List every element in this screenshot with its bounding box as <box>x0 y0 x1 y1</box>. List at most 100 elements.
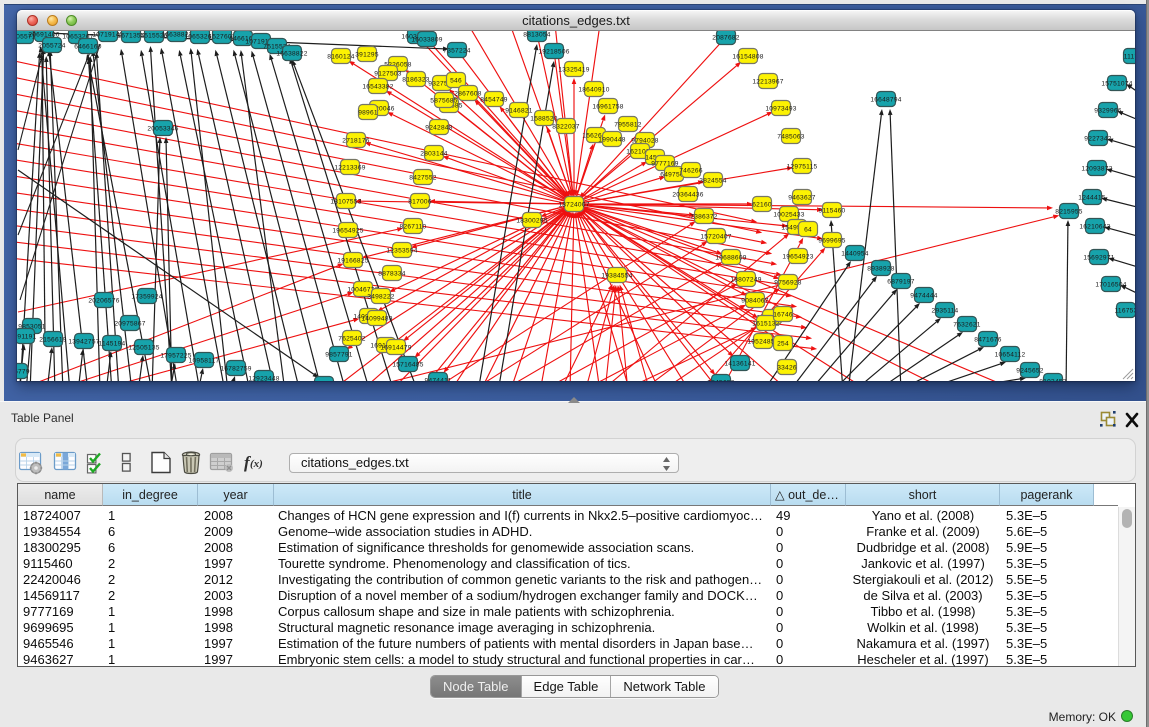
svg-text:11171: 11171 <box>1124 53 1135 60</box>
svg-text:16154808: 16154808 <box>732 53 763 60</box>
svg-text:10973493: 10973493 <box>765 105 796 112</box>
svg-text:20053346: 20053346 <box>147 125 178 132</box>
svg-text:16648794: 16648794 <box>870 96 901 103</box>
svg-text:13325419: 13325419 <box>558 66 589 73</box>
svg-text:116753: 116753 <box>1114 307 1135 314</box>
svg-text:10958117: 10958117 <box>189 357 220 364</box>
svg-text:9115460: 9115460 <box>819 207 846 214</box>
svg-text:7386372: 7386372 <box>690 213 718 220</box>
svg-text:19166825: 19166825 <box>337 257 368 264</box>
svg-text:16746: 16746 <box>773 311 793 318</box>
svg-text:7955812: 7955812 <box>614 121 642 128</box>
svg-text:8322037: 8322037 <box>552 123 580 130</box>
svg-text:7632621: 7632621 <box>953 321 981 328</box>
svg-text:19654923: 19654923 <box>782 253 813 260</box>
svg-text:9146821: 9146821 <box>505 107 533 114</box>
svg-text:9857791: 9857791 <box>325 351 353 358</box>
svg-text:18640910: 18640910 <box>578 86 609 93</box>
svg-text:8267110: 8267110 <box>400 223 427 230</box>
svg-text:20975867: 20975867 <box>114 320 145 327</box>
svg-text:18107553: 18107553 <box>330 198 361 205</box>
svg-text:19384554: 19384554 <box>601 272 632 279</box>
svg-text:2803144: 2803144 <box>420 150 448 157</box>
svg-text:1440954: 1440954 <box>841 250 869 257</box>
svg-text:15751074: 15751074 <box>1101 80 1132 87</box>
svg-text:8454749: 8454749 <box>480 96 508 103</box>
svg-text:15716485: 15716485 <box>392 361 423 368</box>
svg-text:12505135: 12505135 <box>128 344 159 351</box>
svg-text:2156619: 2156619 <box>39 336 67 343</box>
svg-text:391191: 391191 <box>17 333 37 340</box>
svg-text:64: 64 <box>804 226 812 233</box>
svg-text:3824554: 3824554 <box>699 177 727 184</box>
svg-text:7357224: 7357224 <box>443 47 471 54</box>
svg-text:18300295: 18300295 <box>516 217 547 224</box>
svg-text:8471676: 8471676 <box>974 336 1002 343</box>
svg-text:16961758: 16961758 <box>592 103 623 110</box>
svg-text:6879197: 6879197 <box>887 278 915 285</box>
svg-text:1244415: 1244415 <box>1078 194 1106 201</box>
svg-text:9242848: 9242848 <box>425 124 453 131</box>
svg-text:8160124: 8160124 <box>327 53 355 60</box>
svg-text:9245652: 9245652 <box>1016 367 1044 374</box>
svg-text:3498222: 3498222 <box>367 293 395 300</box>
svg-text:9699695: 9699695 <box>818 237 846 244</box>
svg-text:9756928: 9756928 <box>774 279 802 286</box>
svg-text:14099489: 14099489 <box>361 315 392 322</box>
svg-text:746266: 746266 <box>679 167 703 174</box>
svg-text:12093872: 12093872 <box>1081 165 1112 172</box>
svg-text:817006: 817006 <box>408 198 432 205</box>
svg-text:15720407: 15720407 <box>700 233 731 240</box>
svg-text:8813054: 8813054 <box>523 31 551 38</box>
svg-text:7485063: 7485063 <box>777 133 805 140</box>
svg-text:12923448: 12923448 <box>248 375 279 381</box>
svg-text:20364436: 20364436 <box>672 191 703 198</box>
svg-text:8215955: 8215955 <box>1055 208 1083 215</box>
svg-text:98961: 98961 <box>358 109 378 116</box>
svg-text:5875685: 5875685 <box>430 97 458 104</box>
svg-text:16210643: 16210643 <box>1079 223 1110 230</box>
svg-text:16782759: 16782759 <box>220 365 251 372</box>
svg-text:10688609: 10688609 <box>715 254 746 261</box>
svg-text:1990448: 1990448 <box>598 136 626 143</box>
svg-text:1588520: 1588520 <box>530 115 558 122</box>
svg-text:16638822: 16638822 <box>276 50 307 57</box>
svg-text:16914479: 16914479 <box>380 344 411 351</box>
svg-text:8193453: 8193453 <box>1039 378 1067 381</box>
svg-text:17359924: 17359924 <box>131 293 162 300</box>
svg-text:254: 254 <box>777 340 789 347</box>
svg-text:2055724: 2055724 <box>38 42 66 49</box>
svg-text:391295: 391295 <box>355 51 379 58</box>
svg-text:8938928: 8938928 <box>867 265 895 272</box>
svg-text:(x): (x) <box>250 458 263 470</box>
svg-text:2718176: 2718176 <box>342 137 370 144</box>
svg-text:19654925: 19654925 <box>332 227 363 234</box>
svg-text:18724007: 18724007 <box>558 201 589 208</box>
svg-text:7625402: 7625402 <box>338 335 366 342</box>
svg-text:9329966: 9329966 <box>1094 107 1122 114</box>
svg-text:12975115: 12975115 <box>787 163 818 170</box>
svg-text:985779: 985779 <box>17 368 30 375</box>
svg-text:9474411: 9474411 <box>425 377 452 381</box>
svg-text:18807249: 18807249 <box>730 276 761 283</box>
svg-text:12353594: 12353594 <box>386 247 417 254</box>
svg-text:9245652: 9245652 <box>707 379 735 381</box>
svg-text:12213369: 12213369 <box>334 164 365 171</box>
svg-text:33426: 33426 <box>777 364 797 371</box>
svg-text:2867608: 2867608 <box>454 90 482 97</box>
svg-text:13942757: 13942757 <box>68 338 99 345</box>
svg-text:1145194: 1145194 <box>99 340 126 347</box>
svg-text:9084067: 9084067 <box>741 297 769 304</box>
svg-text:9463627: 9463627 <box>788 194 816 201</box>
svg-text:20206576: 20206576 <box>88 297 119 304</box>
svg-text:14136141: 14136141 <box>724 360 755 367</box>
svg-text:17957225: 17957225 <box>160 352 191 359</box>
svg-text:546: 546 <box>450 77 462 84</box>
svg-text:9227342: 9227342 <box>1084 135 1112 142</box>
svg-text:8878334: 8878334 <box>378 270 406 277</box>
svg-text:6466160: 6466160 <box>74 43 102 50</box>
svg-text:16543382: 16543382 <box>362 83 393 90</box>
svg-text:15692971: 15692971 <box>1083 254 1114 261</box>
svg-text:2935114: 2935114 <box>932 307 959 314</box>
svg-text:10025433: 10025433 <box>773 211 804 218</box>
